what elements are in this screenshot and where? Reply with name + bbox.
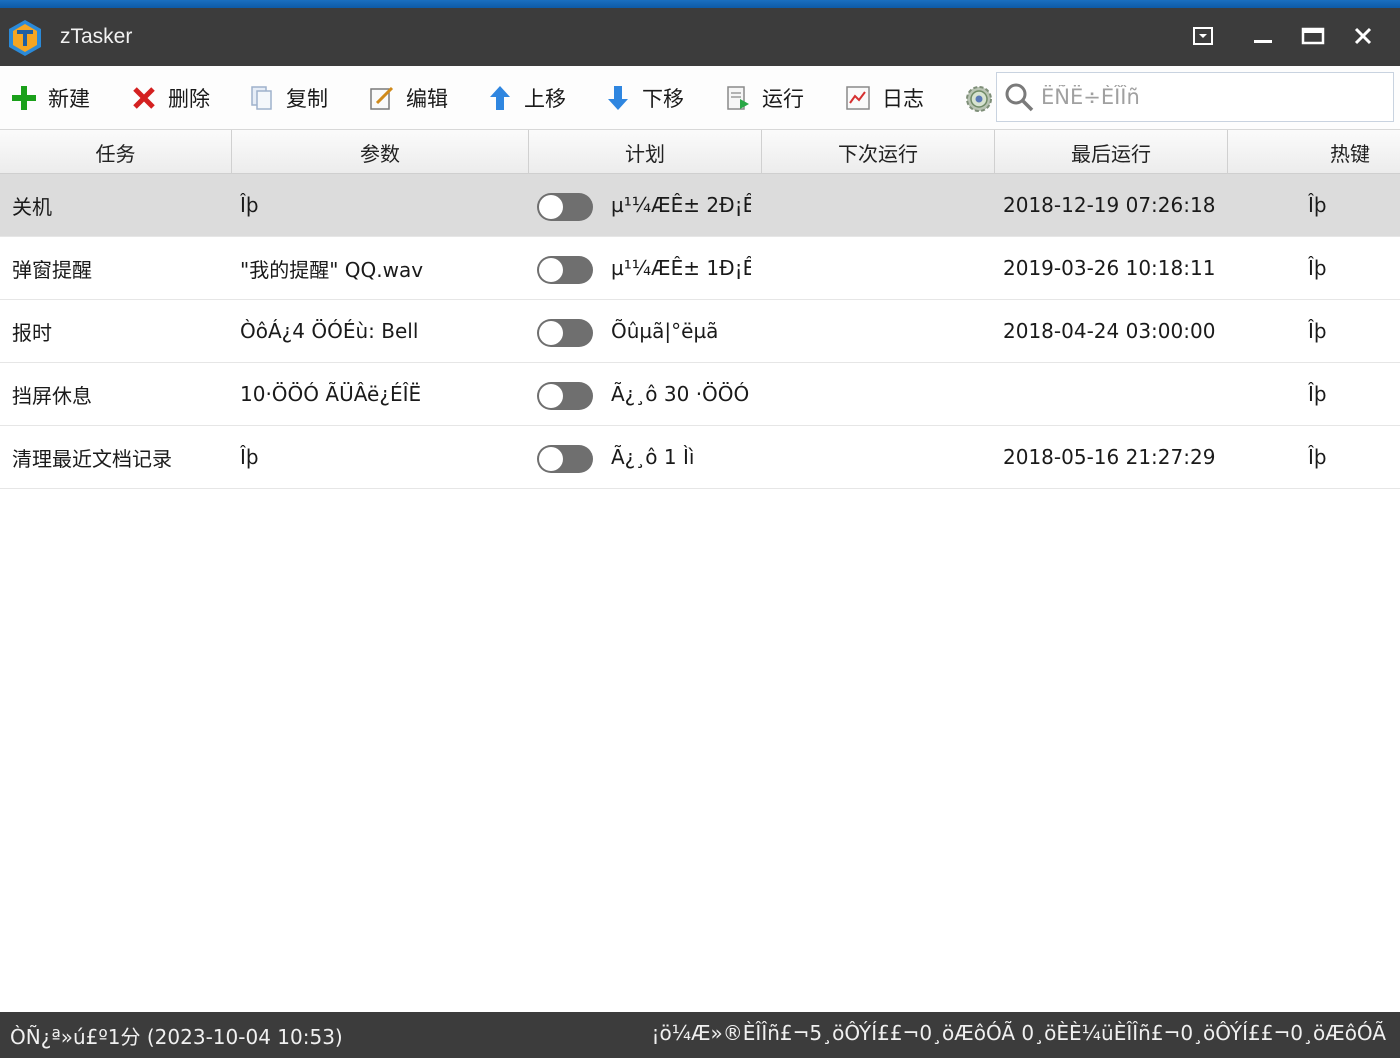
task-last-run: 2018-05-16 21:27:29 — [1003, 445, 1216, 469]
minimize-icon — [1254, 40, 1272, 43]
maximize-icon — [1301, 27, 1325, 45]
minimize-button[interactable] — [1246, 20, 1280, 52]
column-header-task[interactable]: 任务 — [0, 130, 232, 174]
move-down-button[interactable]: 下移 — [604, 80, 684, 116]
task-plan: Ã¿¸ô 30 ·ÖÖÓ — [611, 382, 750, 406]
task-last-run — [1003, 363, 1225, 425]
plus-icon — [10, 84, 38, 112]
arrow-up-icon — [486, 84, 514, 112]
task-next-run — [770, 237, 990, 299]
task-hotkey: Îþ — [1308, 445, 1327, 469]
window-top-strip — [0, 0, 1400, 8]
table-row[interactable]: 关机 Îþ µ¹¼ÆÊ± 2Ð¡Ê 2018-12-19 07:26:18 Îþ — [0, 174, 1400, 237]
column-header-params[interactable]: 参数 — [232, 130, 529, 174]
log-label: 日志 — [882, 87, 924, 111]
task-plan: µ¹¼ÆÊ± 1Ð¡Ê — [611, 256, 751, 280]
task-next-run — [770, 363, 990, 425]
status-bar: ÒÑ¿ª»ú£º1分 (2023-10-04 10:53) ¡ö¼Æ»®ÈÎÎñ… — [0, 1012, 1400, 1058]
task-hotkey: Îþ — [1308, 319, 1327, 343]
task-params: ÒôÁ¿4 ÖÓÉù: Bell — [240, 319, 419, 343]
enable-toggle[interactable] — [537, 256, 593, 284]
task-name: 报时 — [12, 320, 52, 345]
search-box[interactable] — [996, 72, 1394, 122]
task-params: Îþ — [240, 445, 259, 469]
table-row[interactable]: 挡屏休息 10·ÖÖÓ ÃÜÂë¿ÉÎË Ã¿¸ô 30 ·ÖÖÓ Îþ — [0, 363, 1400, 426]
dropdown-box-icon — [1193, 27, 1213, 45]
arrow-down-icon — [604, 84, 632, 112]
move-up-label: 上移 — [524, 87, 566, 111]
log-button[interactable]: 日志 — [844, 80, 924, 116]
search-icon — [1005, 83, 1034, 112]
column-header-plan[interactable]: 计划 — [529, 130, 762, 174]
run-label: 运行 — [762, 87, 804, 111]
window-menu-button[interactable] — [1186, 20, 1220, 52]
toggle-knob — [539, 384, 563, 408]
task-next-run — [770, 426, 990, 488]
run-button[interactable]: 运行 — [724, 80, 804, 116]
search-input[interactable] — [1041, 79, 1381, 115]
task-next-run — [770, 300, 990, 362]
toggle-knob — [539, 195, 563, 219]
move-down-label: 下移 — [642, 87, 684, 111]
uptime-status: ÒÑ¿ª»ú£º1分 (2023-10-04 10:53) — [10, 1025, 343, 1049]
task-params: Îþ — [240, 193, 259, 217]
copy-label: 复制 — [286, 87, 328, 111]
new-button[interactable]: 新建 — [10, 80, 90, 116]
task-hotkey: Îþ — [1308, 193, 1327, 217]
edit-button[interactable]: 编辑 — [368, 80, 448, 116]
delete-label: 删除 — [168, 87, 210, 111]
task-plan: Õûµã|°ëµã — [611, 319, 719, 343]
settings-gear-icon[interactable] — [962, 82, 996, 116]
task-summary-status: ¡ö¼Æ»®ÈÎÎñ£¬5¸öÔÝÍ££¬0¸öÆôÓÃ 0¸öÈÈ¼üÈÎÎñ… — [651, 1021, 1386, 1045]
close-icon — [1354, 27, 1372, 45]
task-name: 挡屏休息 — [12, 383, 92, 408]
run-document-icon — [724, 84, 752, 112]
delete-x-icon — [130, 84, 158, 112]
log-chart-icon — [844, 84, 872, 112]
maximize-button[interactable] — [1296, 20, 1330, 52]
toggle-knob — [539, 321, 563, 345]
enable-toggle[interactable] — [537, 193, 593, 221]
table-row[interactable]: 弹窗提醒 "我的提醒" QQ.wav µ¹¼ÆÊ± 1Ð¡Ê 2019-03-2… — [0, 237, 1400, 300]
task-params: 10·ÖÖÓ ÃÜÂë¿ÉÎË — [240, 382, 422, 406]
task-plan: Ã¿¸ô 1 Ìì — [611, 445, 695, 469]
task-name: 清理最近文档记录 — [12, 446, 172, 471]
move-up-button[interactable]: 上移 — [486, 80, 566, 116]
task-hotkey: Îþ — [1308, 382, 1327, 406]
enable-toggle[interactable] — [537, 319, 593, 347]
task-name: 弹窗提醒 — [12, 257, 92, 282]
enable-toggle[interactable] — [537, 382, 593, 410]
copy-button[interactable]: 复制 — [248, 80, 328, 116]
toggle-knob — [539, 258, 563, 282]
task-plan: µ¹¼ÆÊ± 2Ð¡Ê — [611, 193, 751, 217]
edit-icon — [368, 84, 396, 112]
enable-toggle[interactable] — [537, 445, 593, 473]
task-last-run: 2018-12-19 07:26:18 — [1003, 193, 1216, 217]
table-row[interactable]: 清理最近文档记录 Îþ Ã¿¸ô 1 Ìì 2018-05-16 21:27:2… — [0, 426, 1400, 489]
task-last-run: 2019-03-26 10:18:11 — [1003, 256, 1216, 280]
column-header-next-run[interactable]: 下次运行 — [762, 130, 995, 174]
app-window: zTasker 新建 删除 复制 编辑 上移 下移 运行 日志 ËÑË÷ÈÎÎñ… — [0, 0, 1400, 1058]
column-header-last-run[interactable]: 最后运行 — [995, 130, 1228, 174]
toggle-knob — [539, 447, 563, 471]
task-next-run — [770, 174, 990, 236]
title-bar[interactable]: zTasker — [0, 8, 1400, 66]
edit-label: 编辑 — [406, 87, 448, 111]
table-row[interactable]: 报时 ÒôÁ¿4 ÖÓÉù: Bell Õûµã|°ëµã 2018-04-24… — [0, 300, 1400, 363]
task-hotkey: Îþ — [1308, 256, 1327, 280]
app-logo-icon — [9, 20, 41, 56]
delete-button[interactable]: 删除 — [130, 80, 210, 116]
task-name: 关机 — [12, 194, 52, 219]
new-label: 新建 — [48, 87, 90, 111]
column-header-hotkey[interactable]: 热键 — [1228, 130, 1400, 174]
task-params: "我的提醒" QQ.wav — [240, 257, 424, 282]
table-header: 任务 参数 计划 下次运行 最后运行 热键 — [0, 130, 1400, 174]
close-button[interactable] — [1346, 20, 1380, 52]
copy-icon — [248, 84, 276, 112]
app-title: zTasker — [60, 25, 133, 48]
task-last-run: 2018-04-24 03:00:00 — [1003, 319, 1216, 343]
